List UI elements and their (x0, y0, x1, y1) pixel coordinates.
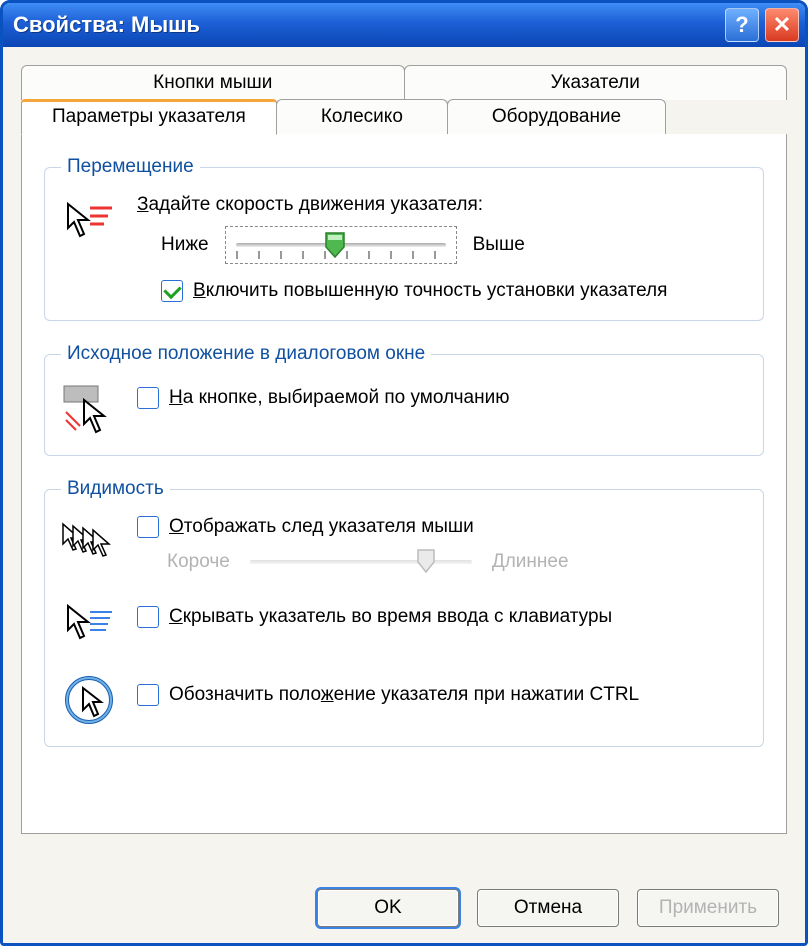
pointer-trails-icon (61, 516, 117, 572)
tab-pointer-options[interactable]: Параметры указателя (21, 99, 277, 135)
mouse-properties-window: Свойства: Мышь ? ✕ Кнопки мыши Указатели… (0, 0, 808, 946)
tab-page-pointer-options: Перемещение Задайте скорость движения ук… (21, 134, 787, 834)
tab-pointers[interactable]: Указатели (404, 65, 788, 100)
ctrl-locate-label: Обозначить положение указателя при нажат… (169, 684, 639, 706)
pointer-trails-checkbox[interactable] (137, 516, 159, 538)
group-motion: Перемещение Задайте скорость движения ук… (44, 156, 764, 321)
ctrl-locate-icon (61, 672, 117, 728)
speed-label: Задайте скорость движения указателя: (137, 194, 747, 216)
question-icon: ? (735, 14, 748, 36)
snap-to-default-checkbox[interactable] (137, 387, 159, 409)
slider-high-label: Выше (473, 234, 525, 256)
tabs-row-1: Кнопки мыши Указатели (21, 65, 787, 100)
trails-high-label: Длиннее (492, 551, 569, 573)
slider-low-label: Ниже (161, 234, 209, 256)
snap-to-icon (61, 381, 117, 437)
window-title: Свойства: Мышь (13, 12, 200, 38)
ctrl-locate-checkbox[interactable] (137, 684, 159, 706)
tab-hardware[interactable]: Оборудование (447, 99, 666, 134)
group-visibility: Видимость (44, 478, 764, 747)
dialog-body: Кнопки мыши Указатели Параметры указател… (3, 47, 805, 834)
pointer-speed-slider[interactable] (225, 226, 457, 264)
group-snap-legend: Исходное положение в диалоговом окне (61, 343, 431, 365)
help-button[interactable]: ? (725, 8, 759, 42)
dialog-footer: OK Отмена Применить (3, 871, 805, 943)
close-icon: ✕ (773, 14, 791, 36)
hide-while-typing-icon (61, 596, 117, 652)
cancel-button[interactable]: Отмена (477, 889, 619, 927)
group-motion-legend: Перемещение (61, 156, 200, 178)
pointer-trails-label: Отображать след указателя мыши (169, 516, 474, 538)
titlebar[interactable]: Свойства: Мышь ? ✕ (3, 3, 805, 47)
enhance-precision-checkbox[interactable] (161, 280, 183, 302)
window-buttons: ? ✕ (725, 8, 799, 42)
hide-while-typing-label: Скрывать указатель во время ввода с клав… (169, 606, 612, 628)
trails-low-label: Короче (167, 551, 230, 573)
enhance-precision-row: Включить повышенную точность установки у… (161, 280, 747, 302)
enhance-precision-label: Включить повышенную точность установки у… (193, 280, 667, 302)
apply-button[interactable]: Применить (637, 889, 779, 927)
group-snap: Исходное положение в диалоговом окне (44, 343, 764, 456)
hide-while-typing-checkbox[interactable] (137, 606, 159, 628)
pointer-trails-slider (246, 548, 476, 576)
close-button[interactable]: ✕ (765, 8, 799, 42)
tab-wheel[interactable]: Колесико (276, 99, 448, 134)
group-visibility-legend: Видимость (61, 478, 170, 500)
snap-to-default-label: На кнопке, выбираемой по умолчанию (169, 387, 509, 409)
tab-buttons[interactable]: Кнопки мыши (21, 65, 405, 100)
slider-thumb-disabled-icon (416, 548, 436, 574)
ok-button[interactable]: OK (317, 889, 459, 927)
tabs-row-2: Параметры указателя Колесико Оборудовани… (21, 99, 787, 134)
pointer-speed-icon (61, 194, 117, 250)
slider-thumb-icon (324, 231, 346, 259)
